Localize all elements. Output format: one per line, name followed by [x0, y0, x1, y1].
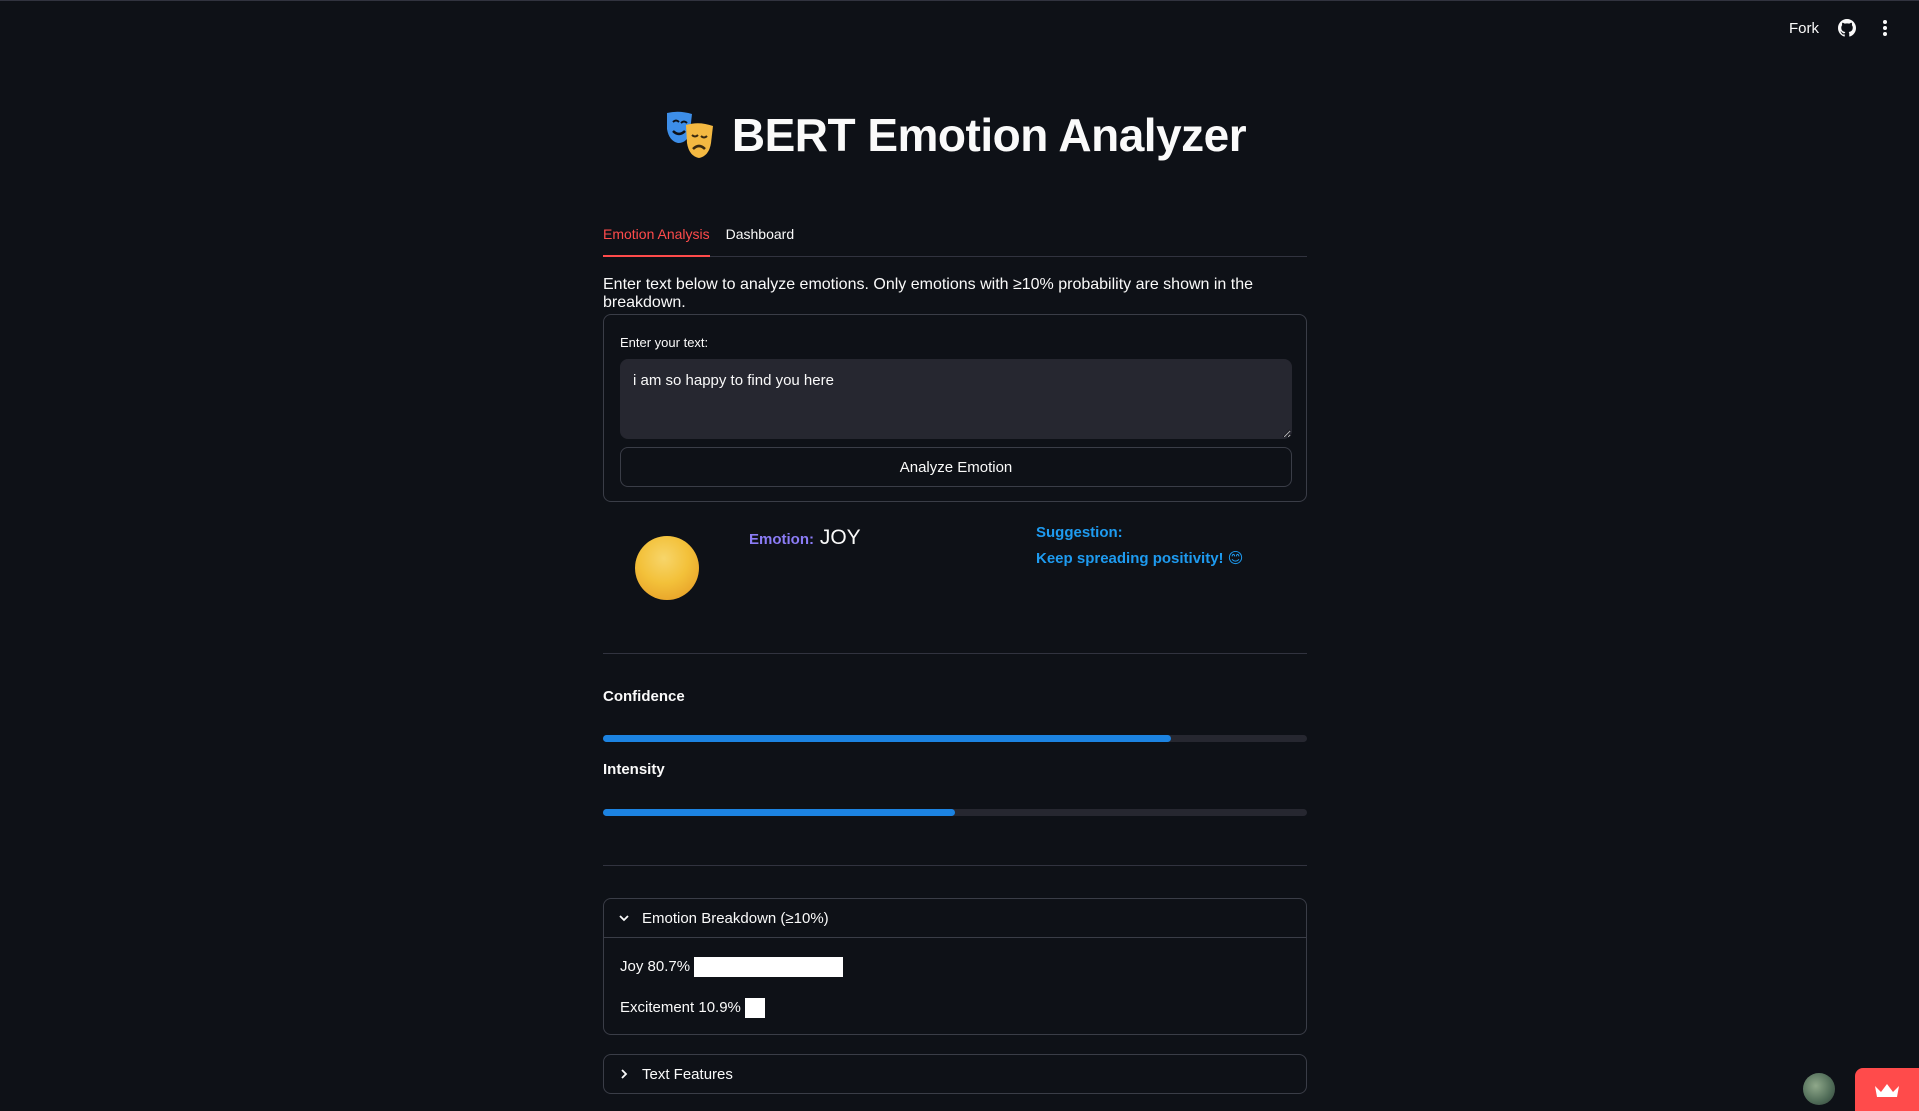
streamlit-badge-button[interactable]	[1855, 1068, 1919, 1111]
divider	[603, 865, 1307, 866]
confidence-bar	[603, 735, 1307, 742]
intro-text: Enter text below to analyze emotions. On…	[603, 276, 1254, 311]
chevron-right-icon	[621, 1069, 628, 1079]
breakdown-row: Excitement 10.9%	[620, 993, 1290, 1022]
suggestion-text: Keep spreading positivity! 😊	[1036, 550, 1244, 567]
emotion-breakdown-header[interactable]: Emotion Breakdown (≥10%)	[604, 899, 1306, 937]
divider	[603, 653, 1307, 654]
text-features-title: Text Features	[642, 1065, 733, 1083]
top-toolbar: Fork	[1789, 18, 1895, 38]
text-input-label: Enter your text:	[620, 335, 709, 350]
confidence-label: Confidence	[603, 688, 685, 705]
kebab-menu-icon[interactable]	[1875, 18, 1895, 38]
emotion-breakdown-title: Emotion Breakdown (≥10%)	[642, 909, 829, 927]
analysis-form: Enter your text: Analyze Emotion	[603, 314, 1307, 502]
emotion-key: Emotion:	[749, 531, 814, 548]
intensity-bar	[603, 809, 1307, 816]
performing-arts-masks-icon	[666, 111, 713, 158]
emotion-orb	[635, 536, 699, 600]
text-features-header[interactable]: Text Features	[604, 1055, 1306, 1093]
intensity-label: Intensity	[603, 761, 665, 778]
tab-emotion-analysis[interactable]: Emotion Analysis	[603, 218, 710, 257]
result-panel: Emotion: JOY Suggestion: Keep spreading …	[603, 520, 1307, 620]
chevron-down-icon	[619, 915, 629, 922]
tab-dashboard[interactable]: Dashboard	[726, 218, 795, 255]
suggestion-key: Suggestion:	[1036, 524, 1123, 541]
top-border	[0, 0, 1919, 1]
crown-icon	[1875, 1083, 1899, 1097]
user-avatar[interactable]	[1803, 1073, 1835, 1105]
emotion-result: Emotion: JOY	[749, 526, 861, 550]
analyze-emotion-button[interactable]: Analyze Emotion	[620, 447, 1292, 487]
tab-bar: Emotion Analysis Dashboard	[603, 218, 1307, 257]
breakdown-row: Joy 80.7%	[620, 952, 1290, 981]
suggestion-block: Suggestion: Keep spreading positivity! 😊	[1036, 520, 1243, 572]
text-features-expander: Text Features	[603, 1054, 1307, 1094]
text-input[interactable]	[620, 359, 1292, 439]
breakdown-bar	[694, 956, 844, 977]
breakdown-label: Joy 80.7%	[620, 958, 691, 975]
page-title: BERT Emotion Analyzer	[603, 108, 1307, 162]
emotion-breakdown-expander: Emotion Breakdown (≥10%) Joy 80.7% Excit…	[603, 898, 1307, 1035]
app-title: BERT Emotion Analyzer	[731, 109, 1247, 161]
breakdown-label: Excitement 10.9%	[620, 999, 741, 1016]
github-icon[interactable]	[1837, 18, 1857, 38]
emotion-breakdown-body: Joy 80.7% Excitement 10.9%	[604, 937, 1306, 1034]
emotion-value: JOY	[819, 526, 861, 549]
breakdown-bar	[744, 997, 766, 1018]
fork-button[interactable]: Fork	[1789, 20, 1819, 37]
confidence-bar-fill	[603, 735, 1172, 742]
intensity-bar-fill	[603, 809, 955, 816]
